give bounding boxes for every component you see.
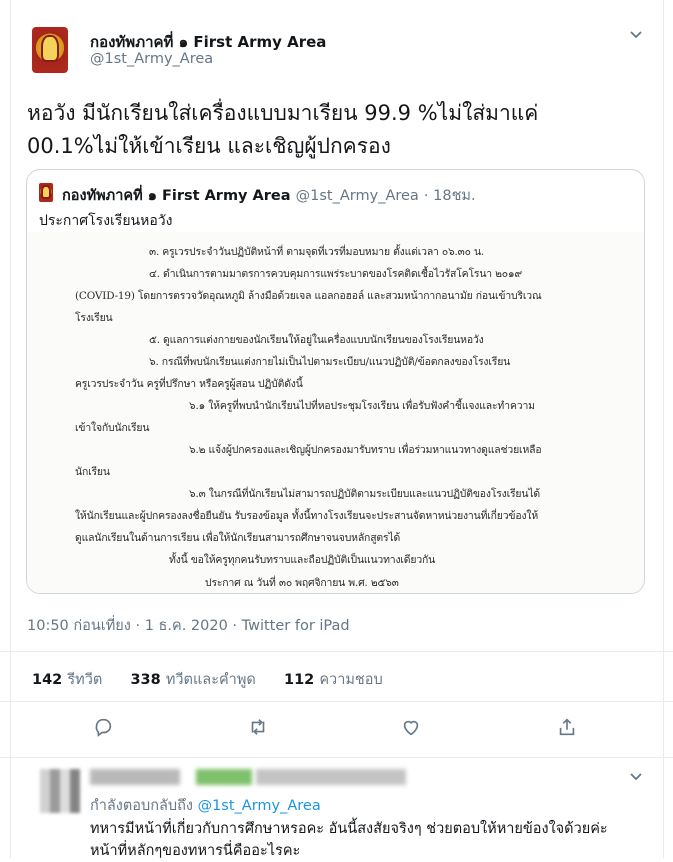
author-handle[interactable]: @1st_Army_Area xyxy=(90,51,213,67)
document-line: (COVID-19) โดยการตรวจวัดอุณหภูมิ ล้างมือ… xyxy=(75,290,542,302)
quoted-tweet-text: ประกาศโรงเรียนหอวัง xyxy=(39,213,173,229)
tweet-text-line: หอวัง มีนักเรียนใส่เครื่องแบบมาเรียน 99.… xyxy=(27,101,539,125)
replying-to-label: กำลังตอบกลับถึง xyxy=(90,798,193,814)
document-line: ดูแลนักเรียนในด้านการเรียน เพื่อให้นักเร… xyxy=(75,532,401,544)
chevron-down-icon[interactable] xyxy=(628,26,644,46)
document-line: ๓. ครูเวรประจำวันปฏิบัติหน้าที่ ตามจุดที… xyxy=(149,246,485,258)
document-line: ทั้งนี้ ขอให้ครูทุกคนรับทราบและถือปฏิบัต… xyxy=(169,554,436,566)
reply-author-name-redacted xyxy=(90,769,180,785)
reply-author-emoji-redacted xyxy=(196,769,252,785)
document-line: ๖. กรณีที่พบนักเรียนแต่งกายไม่เป็นไปตามร… xyxy=(149,356,511,368)
retweets-stat[interactable]: 142 รีทวีต xyxy=(32,669,102,688)
timeline-border-left xyxy=(10,0,11,858)
divider xyxy=(0,757,673,758)
quoted-author-name: กองทัพภาคที่ ๑ First Army Area xyxy=(62,188,291,204)
tweet-stats: 142 รีทวีต 338 ทวีตและคำพูด 112 ความชอบ xyxy=(32,668,383,691)
document-line: นักเรียน xyxy=(75,466,110,478)
document-line: เข้าใจกับนักเรียน xyxy=(75,422,150,434)
tweet-timestamp[interactable]: 10:50 ก่อนเที่ยง · 1 ธ.ค. 2020 · Twitter… xyxy=(27,614,350,637)
reply-author-handle-redacted xyxy=(256,769,406,785)
tweet-text-line: 00.1%ไม่ให้เข้าเรียน และเชิญผู้ปกครอง xyxy=(27,134,391,158)
divider xyxy=(0,651,673,652)
document-image[interactable]: ๓. ครูเวรประจำวันปฏิบัติหน้าที่ ตามจุดที… xyxy=(27,232,644,593)
reply-text-line: ทหารมีหน้าที่เกี่ยวกับการศึกษาหรอคะ อันน… xyxy=(90,821,608,837)
reply-icon[interactable] xyxy=(92,716,120,744)
replying-to-handle[interactable]: @1st_Army_Area xyxy=(198,798,321,814)
reply-text: ทหารมีหน้าที่เกี่ยวกับการศึกษาหรอคะ อันน… xyxy=(90,818,608,862)
reply-author-avatar[interactable] xyxy=(40,769,80,813)
like-icon[interactable] xyxy=(400,716,428,744)
timeline-border-right xyxy=(663,0,664,858)
document-line: ๖.๑ ให้ครูที่พบนำนักเรียนไปที่หอประชุมโร… xyxy=(189,400,535,412)
document-line: ประกาศ ณ วันที่ ๓๐ พฤศจิกายน พ.ศ. ๒๕๖๓ xyxy=(205,577,399,589)
replying-to: กำลังตอบกลับถึง @1st_Army_Area xyxy=(90,794,321,817)
document-line: ให้นักเรียนและผู้ปกครองลงชื่อยืนยัน รับร… xyxy=(75,510,539,522)
author-avatar[interactable] xyxy=(32,27,68,73)
quoted-tweet-time: · 18ชม. xyxy=(423,188,476,204)
document-line: ๕. ดูแลการแต่งกายของนักเรียนให้อยู่ในเคร… xyxy=(149,334,484,346)
document-line: โรงเรียน xyxy=(75,312,113,324)
quoted-author-avatar xyxy=(39,183,53,202)
chevron-down-icon[interactable] xyxy=(628,768,644,788)
quoted-tweet-card[interactable]: กองทัพภาคที่ ๑ First Army Area @1st_Army… xyxy=(26,169,645,594)
quotes-stat[interactable]: 338 ทวีตและคำพูด xyxy=(130,669,255,688)
retweet-icon[interactable] xyxy=(247,716,275,744)
document-line: ๖.๓ ในกรณีที่นักเรียนไม่สามารถปฏิบัติตาม… xyxy=(189,488,541,500)
document-line: ๖.๒ แจ้งผู้ปกครองและเชิญผู้ปกครองมารับทร… xyxy=(189,444,542,456)
share-icon[interactable] xyxy=(556,716,584,744)
document-line: ครูเวรประจำวัน ครูที่ปรึกษา หรือครูผู้สอ… xyxy=(75,378,303,390)
divider xyxy=(0,701,673,702)
document-line: ๔. ดำเนินการตามมาตรการควบคุมการแพร่ระบาด… xyxy=(149,268,522,280)
reply-text-line: หน้าที่หลักๆของทหารนี่คืออะไรคะ xyxy=(90,843,301,859)
quoted-author-handle: @1st_Army_Area xyxy=(295,188,419,204)
quoted-tweet-header: กองทัพภาคที่ ๑ First Army Area @1st_Army… xyxy=(62,184,476,207)
tweet-text: หอวัง มีนักเรียนใส่เครื่องแบบมาเรียน 99.… xyxy=(27,97,627,163)
likes-stat[interactable]: 112 ความชอบ xyxy=(284,669,383,688)
